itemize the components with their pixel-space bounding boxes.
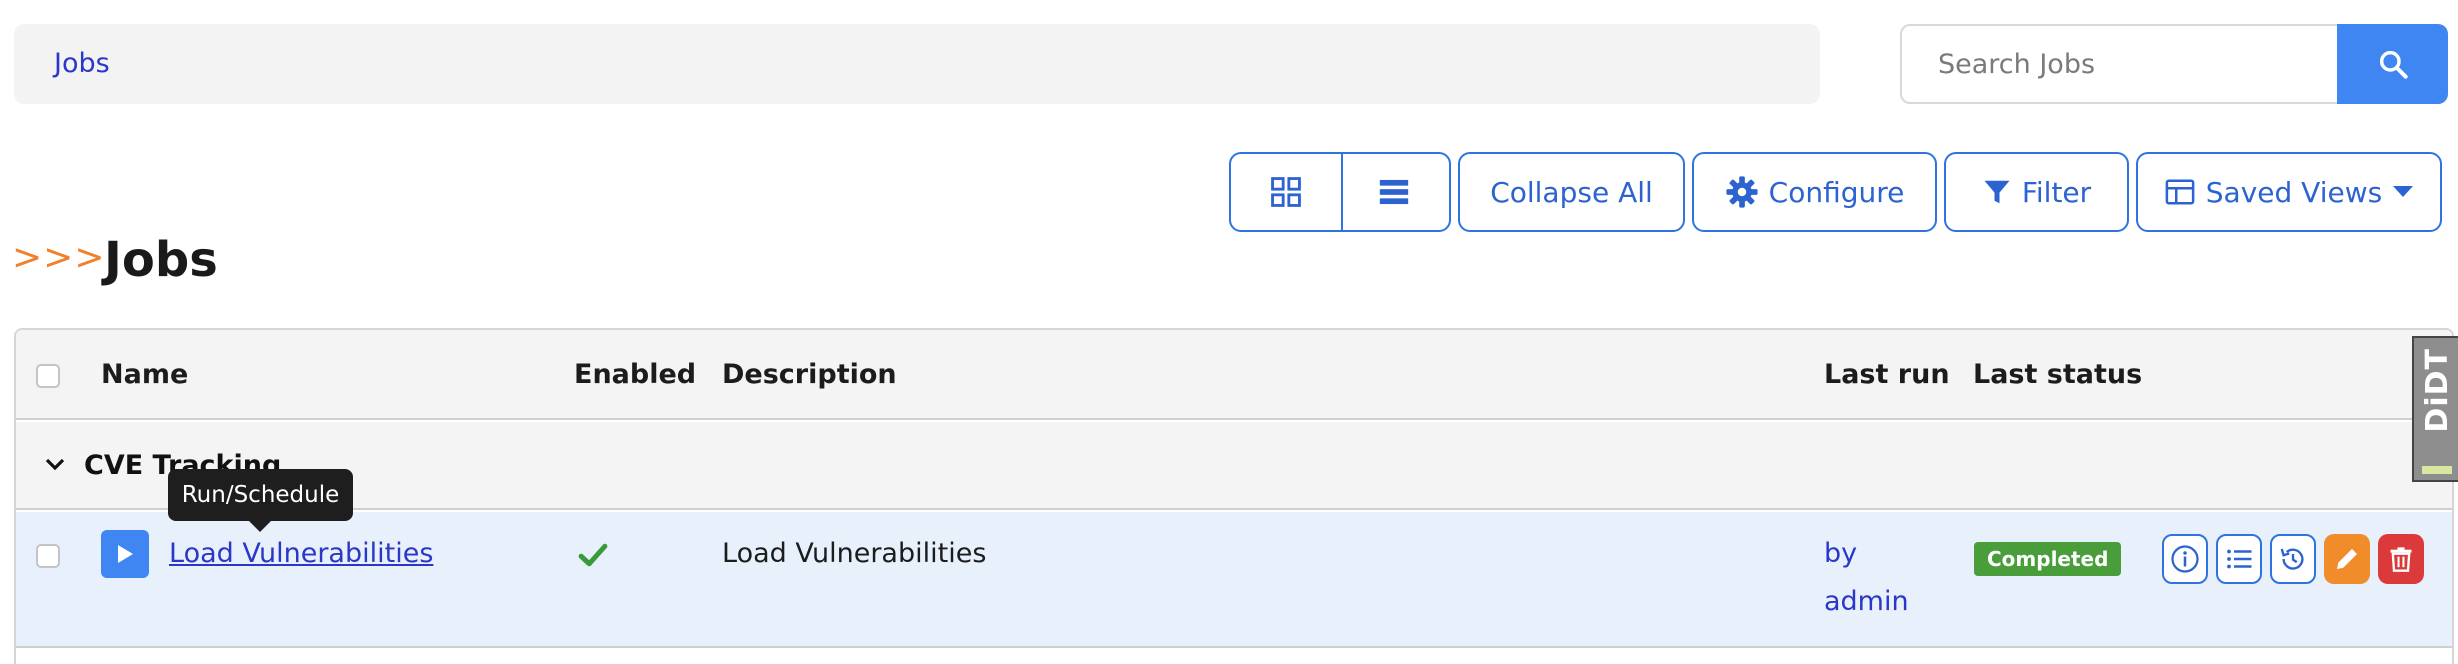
grid-view-button[interactable] [1231, 154, 1343, 230]
last-run-by: by [1824, 538, 1858, 569]
list-icon [1379, 179, 1409, 205]
debug-toolbar-tab[interactable]: DiDT [2412, 336, 2458, 482]
list-view-button[interactable] [1339, 154, 1449, 230]
configure-label: Configure [1768, 175, 1905, 209]
saved-views-button[interactable]: Saved Views [2136, 152, 2442, 232]
filter-label: Filter [2021, 175, 2092, 209]
header-enabled[interactable]: Enabled [574, 330, 696, 420]
collapse-all-label: Collapse All [1490, 175, 1653, 209]
caret-down-icon [2393, 186, 2414, 197]
grid-icon [1271, 177, 1301, 207]
search-form [1900, 24, 2448, 104]
header-name[interactable]: Name [101, 330, 188, 420]
run-schedule-button[interactable] [101, 530, 149, 578]
job-history-button[interactable] [2270, 534, 2316, 584]
configure-button[interactable]: Configure [1692, 152, 1937, 232]
filter-icon [1984, 180, 2010, 204]
status-badge[interactable]: Completed [1974, 542, 2122, 576]
breadcrumb-jobs-link[interactable]: Jobs [54, 24, 110, 104]
table-layout-icon [2165, 179, 2195, 205]
play-icon [118, 545, 133, 563]
collapse-all-button[interactable]: Collapse All [1458, 152, 1685, 232]
last-run-user[interactable]: admin [1824, 586, 1909, 617]
trash-icon [2390, 547, 2412, 572]
job-description: Load Vulnerabilities [722, 538, 987, 569]
table-row: Load Vulnerabilities Load Vulnerabilitie… [16, 512, 2452, 648]
job-edit-button[interactable] [2324, 534, 2370, 584]
search-button[interactable] [2337, 24, 2448, 104]
enabled-check-icon [578, 543, 608, 567]
list-bullets-icon [2227, 549, 2252, 569]
saved-views-label: Saved Views [2205, 175, 2383, 209]
group-row-cve-tracking[interactable]: CVE Tracking [16, 422, 2452, 510]
jobs-table: Name Enabled Description Last run Last s… [14, 328, 2454, 664]
gear-icon [1726, 176, 1758, 208]
search-icon [2379, 50, 2408, 79]
history-icon [2280, 548, 2304, 570]
job-executions-list-button[interactable] [2216, 534, 2262, 584]
debug-toolbar-accent [2422, 466, 2452, 474]
job-delete-button[interactable] [2378, 534, 2424, 584]
page-title: Jobs [104, 232, 218, 288]
debug-toolbar-label: DiDT [2420, 348, 2455, 433]
row-checkbox[interactable] [36, 544, 60, 568]
job-info-button[interactable] [2162, 534, 2208, 584]
view-toggle-group [1229, 152, 1451, 232]
search-input[interactable] [1900, 24, 2337, 104]
title-chevrons: >>> [12, 237, 106, 278]
filter-button[interactable]: Filter [1944, 152, 2129, 232]
run-schedule-tooltip: Run/Schedule [168, 469, 353, 521]
chevron-down-icon[interactable] [44, 456, 66, 474]
header-last-status[interactable]: Last status [1973, 330, 2142, 420]
breadcrumb: Jobs [14, 24, 1820, 104]
info-icon [2171, 545, 2199, 573]
pencil-icon [2337, 549, 2357, 569]
tooltip-arrow [248, 520, 272, 532]
table-header: Name Enabled Description Last run Last s… [16, 330, 2452, 420]
header-description[interactable]: Description [722, 330, 897, 420]
job-name-link[interactable]: Load Vulnerabilities [169, 538, 433, 569]
header-last-run[interactable]: Last run [1824, 330, 1950, 420]
select-all-checkbox[interactable] [36, 364, 60, 388]
